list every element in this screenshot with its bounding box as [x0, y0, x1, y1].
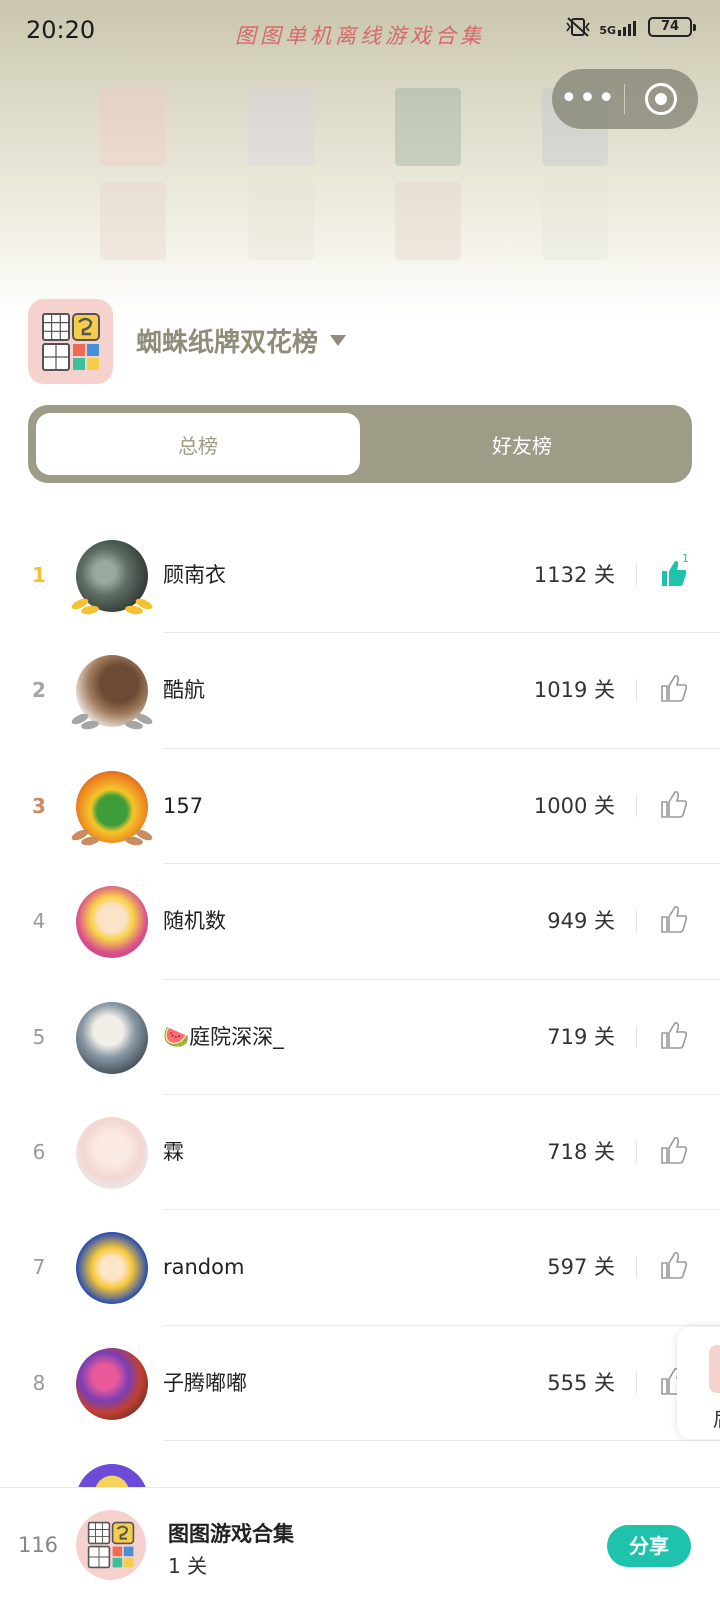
sudoku-grid-logo-icon — [41, 312, 100, 371]
player-name: 🍉庭院深深_ — [163, 1024, 284, 1049]
divider — [636, 1025, 637, 1048]
chevron-down-icon — [330, 335, 347, 346]
divider — [636, 564, 637, 586]
game-logo — [28, 299, 113, 384]
player-name: 子腾嘟嘟 — [163, 1370, 247, 1395]
share-button[interactable]: 分享 — [607, 1525, 691, 1567]
player-score: 1019 关 — [533, 678, 615, 703]
rank-number: 5 — [32, 1024, 46, 1049]
game-thumbnail — [542, 182, 608, 260]
silver-laurel-icon — [71, 714, 153, 730]
rank-number: 6 — [32, 1139, 46, 1164]
leaderboard-list: 1 顾南衣 1132 关 1 2 酷航 1019 关 3 157 1000 关 … — [0, 518, 720, 1442]
player-score: 1132 关 — [533, 563, 615, 587]
rank-number: 8 — [32, 1370, 46, 1395]
player-name: 酷航 — [163, 678, 205, 703]
player-score: 718 关 — [547, 1139, 615, 1164]
floating-side-card[interactable]: 后 — [677, 1327, 720, 1439]
leaderboard-title: 蜘蛛纸牌双花榜 — [136, 328, 319, 358]
battery-indicator: 74 — [648, 17, 696, 37]
tab-overall[interactable]: 总榜 — [36, 413, 360, 475]
gold-laurel-icon — [71, 598, 153, 615]
player-name: 霖 — [163, 1139, 184, 1164]
header-banner: 20:20 图图单机离线游戏合集 5G 74 ••• — [0, 0, 720, 320]
target-circle-icon — [645, 83, 677, 115]
my-rank-bar: 116 图图游戏合集 1 关 分享 — [0, 1487, 720, 1601]
signal-icon — [618, 21, 636, 36]
thumbs-up-icon[interactable] — [660, 789, 688, 819]
status-icons: 5G 74 — [565, 16, 696, 38]
avatar[interactable] — [76, 1001, 148, 1074]
game-thumbnail — [395, 182, 461, 260]
sudoku-grid-logo-icon — [87, 1521, 135, 1569]
bronze-laurel-icon — [71, 829, 153, 846]
game-thumbnail — [100, 88, 166, 166]
like-count: 1 — [682, 552, 689, 565]
rank-number: 4 — [32, 909, 46, 934]
row-divider — [163, 1440, 720, 1442]
avatar[interactable] — [76, 1510, 146, 1580]
player-score: 949 关 — [547, 909, 615, 934]
divider — [636, 1140, 637, 1163]
table-row: 5 🍉庭院深深_ 719 关 — [0, 980, 720, 1095]
thumbs-up-icon[interactable] — [660, 1135, 688, 1165]
my-name: 图图游戏合集 — [168, 1522, 294, 1546]
player-score: 1000 关 — [533, 793, 615, 818]
rank-number: 7 — [32, 1255, 46, 1280]
vibrate-muted-icon — [566, 17, 590, 37]
avatar[interactable] — [76, 1116, 148, 1189]
leaderboard-selector[interactable]: 蜘蛛纸牌双花榜 — [136, 322, 347, 359]
close-target-button[interactable] — [625, 83, 697, 115]
thumbs-up-icon[interactable] — [660, 1020, 688, 1050]
rank-number: 2 — [32, 678, 46, 703]
avatar[interactable] — [76, 886, 148, 959]
thumbs-up-icon[interactable] — [660, 904, 688, 934]
game-icon — [709, 1345, 720, 1393]
player-name: 157 — [163, 793, 204, 818]
table-row: 6 霖 718 关 — [0, 1095, 720, 1211]
divider — [636, 1256, 637, 1279]
player-score: 555 关 — [547, 1370, 615, 1395]
my-rank-number: 116 — [17, 1533, 59, 1557]
network-indicator: 5G — [599, 18, 640, 36]
player-name: random — [163, 1255, 245, 1280]
thumbs-up-icon[interactable] — [660, 1250, 688, 1280]
table-row: 2 酷航 1019 关 — [0, 633, 720, 749]
game-thumbnail — [248, 182, 314, 260]
table-row: 4 随机数 949 关 — [0, 864, 720, 980]
avatar[interactable] — [76, 1232, 148, 1305]
table-row: 1 顾南衣 1132 关 1 — [0, 518, 720, 634]
table-row: 7 random 597 关 — [0, 1210, 720, 1326]
divider — [636, 910, 637, 933]
avatar[interactable] — [76, 1347, 148, 1420]
divider — [636, 679, 637, 702]
more-dots-icon[interactable]: ••• — [552, 69, 624, 129]
my-score: 1 关 — [168, 1554, 208, 1578]
table-row: 3 157 1000 关 — [0, 749, 720, 865]
game-thumbnail — [100, 182, 166, 260]
status-bar: 20:20 图图单机离线游戏合集 5G 74 — [0, 0, 720, 60]
divider — [636, 794, 637, 817]
rank-number: 1 — [32, 563, 46, 587]
network-type: 5G — [599, 24, 616, 37]
thumbs-up-icon[interactable] — [660, 673, 688, 703]
tab-friends[interactable]: 好友榜 — [360, 413, 684, 475]
game-thumbnail — [248, 88, 314, 166]
player-score: 719 关 — [547, 1024, 615, 1049]
player-name: 随机数 — [163, 909, 226, 934]
table-row: 8 子腾嘟嘟 555 关 — [0, 1326, 720, 1442]
side-card-label: 后 — [713, 1403, 720, 1432]
rank-number: 3 — [32, 793, 46, 818]
game-thumbnail — [395, 88, 461, 166]
mini-program-capsule: ••• — [552, 69, 698, 129]
divider — [636, 1371, 637, 1394]
player-name: 顾南衣 — [163, 563, 226, 587]
player-score: 597 关 — [547, 1255, 615, 1280]
leaderboard-tabs: 总榜 好友榜 — [28, 405, 692, 483]
